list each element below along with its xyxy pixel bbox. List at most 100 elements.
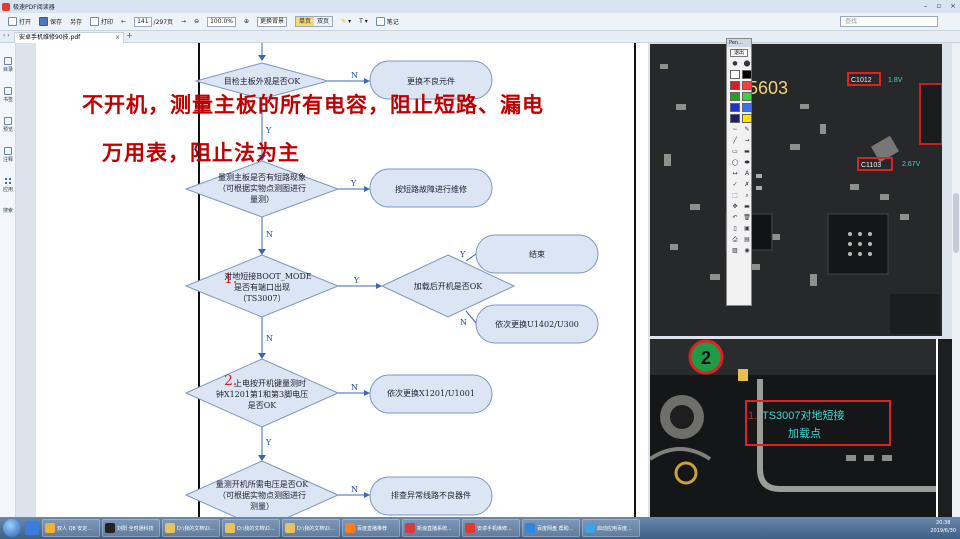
new-tab-button[interactable]: + (126, 31, 133, 40)
color-yellow-swatch[interactable] (742, 114, 752, 123)
color-red-swatch[interactable] (742, 81, 752, 90)
trash-icon[interactable]: 🗑 (742, 213, 752, 222)
toolbar: 打开 保存 另存 打印 ← 141/297页 → ⊖ 100.0% ⊕ 更换背景… (0, 13, 960, 31)
taskbar-item[interactable]: 新浪直播系统... (402, 519, 460, 537)
color-darkgreen-swatch[interactable] (730, 92, 740, 101)
overlay-annotation-line1: 不开机，测量主板的所有电容，阻止短路、漏电 (82, 93, 544, 117)
sidebar-label: 书签 (2, 97, 13, 103)
close-tab-icon[interactable]: × (115, 33, 120, 42)
system-clock[interactable]: 20:38 2019/6/30 (930, 519, 956, 535)
taskbar-item[interactable]: 百度直播推荐 (342, 519, 400, 537)
color-navy-swatch[interactable] (730, 114, 740, 123)
freehand-icon[interactable]: ∼ (730, 125, 740, 134)
zoom-in-button[interactable]: ⊕ (244, 18, 249, 25)
color-darkred-swatch[interactable] (730, 81, 740, 90)
double-page-button[interactable]: 双页 (314, 17, 332, 26)
highlight-button[interactable]: ✎ ▾ (341, 18, 351, 25)
board-photo-bottom: 2 1. TS3007对地短接 加载点 (650, 339, 942, 517)
vertical-scrollbar[interactable] (952, 43, 960, 517)
sidebar-item-bookmarks[interactable]: 书签 (0, 87, 16, 103)
undo-icon[interactable]: ↶ (730, 213, 740, 222)
scrollbar-thumb[interactable] (953, 193, 959, 253)
save-as-button[interactable]: 另存 (70, 17, 82, 26)
search-input[interactable]: 查找 (840, 16, 938, 27)
ellipse-icon[interactable]: ◯ (730, 158, 740, 167)
print-icon[interactable]: ⎙ (730, 235, 740, 244)
prev-page-button[interactable]: ← (121, 18, 126, 25)
move-icon[interactable]: ✥ (730, 202, 740, 211)
document-area[interactable]: 目检主板外观是否OK 更换不良元件 量测主板是否有短路现象 （可根据实物点测图进… (16, 43, 960, 517)
tab-scroll-arrows[interactable]: ‹ › (3, 32, 10, 39)
color-white-swatch[interactable] (730, 70, 740, 79)
rectangle-icon[interactable]: ▭ (730, 147, 740, 156)
restore-icon[interactable]: ▫ (936, 2, 941, 10)
color-green-swatch[interactable] (742, 92, 752, 101)
taskbar-item[interactable]: 百度网盘 帮助... (522, 519, 580, 537)
arrow-icon[interactable]: → (742, 136, 752, 145)
decision-boot-line2: 是否有端口出现 (234, 282, 290, 292)
double-arrow-icon[interactable]: ↔ (730, 169, 740, 178)
process-short-repair-text: 按短路故障进行维修 (395, 184, 467, 194)
color-darkblue-swatch[interactable] (730, 103, 740, 112)
save-button[interactable]: 保存 (39, 17, 62, 26)
zoom-select[interactable]: 100.0% (207, 16, 236, 27)
filled-ellipse-icon[interactable]: ⬬ (742, 158, 752, 167)
sidebar-label: 预览 (2, 127, 13, 133)
new-page-icon[interactable]: ▯ (730, 224, 740, 233)
background-select[interactable]: 更换背景 (257, 16, 288, 27)
taskbar-item-label: D:\我的文档\D... (237, 525, 275, 532)
sidebar-item-annotations[interactable]: 注释 (0, 147, 16, 163)
filled-rectangle-icon[interactable]: ▬ (742, 147, 752, 156)
taskbar-item[interactable]: 安卓手机维修... (462, 519, 520, 537)
taskbar-item[interactable]: 刘阳 全时通科技 (102, 519, 160, 537)
image-icon[interactable]: ▨ (730, 246, 740, 255)
globe-icon[interactable]: ◉ (742, 246, 752, 255)
quick-launch-ie-icon[interactable] (25, 521, 39, 535)
single-page-button[interactable]: 单页 (296, 17, 315, 26)
text-color-button[interactable]: T ▾ (359, 18, 368, 25)
tab-document[interactable]: 安卓手机维修90技.pdf × (14, 32, 124, 43)
check-icon[interactable]: ✓ (730, 180, 740, 189)
zoom-icon[interactable]: ⌕ (742, 191, 752, 200)
close-icon[interactable]: × (950, 2, 956, 10)
taskbar-item[interactable]: 双人 Q8 安定... (42, 519, 100, 537)
minimize-icon[interactable]: – (924, 2, 928, 10)
taskbar-item-label: 百度网盘 帮助... (537, 525, 574, 532)
large-dot-icon[interactable]: ⬤ (742, 59, 752, 68)
overlay-annotation-line2: 万用表，阻止法为主 (102, 141, 300, 165)
label-n1: N (351, 71, 358, 80)
view-mode-toggle: 单页 双页 (295, 16, 334, 27)
zoom-out-button[interactable]: ⊖ (194, 18, 199, 25)
pencil-icon[interactable]: ✎ (742, 125, 752, 134)
sidebar-item-apps[interactable]: 应用 (0, 177, 16, 193)
taskbar-item[interactable]: D:\我的文档\D... (222, 519, 280, 537)
sidebar-item-preview[interactable]: 预览 (0, 117, 16, 133)
sidebar-item-toc[interactable]: 目录 (0, 57, 16, 73)
select-icon[interactable]: ⬚ (730, 191, 740, 200)
eraser-icon[interactable]: ▬ (742, 202, 752, 211)
next-page-button[interactable]: → (181, 18, 186, 25)
page-number-input[interactable]: 141 (134, 16, 152, 27)
screen-icon[interactable]: ▤ (742, 235, 752, 244)
cross-icon[interactable]: ✗ (742, 180, 752, 189)
print-button[interactable]: 打印 (90, 17, 113, 26)
notes-button[interactable]: 笔记 (375, 17, 399, 26)
text-icon[interactable]: A (742, 169, 752, 178)
sidebar-item-search[interactable]: 搜索 (0, 207, 16, 214)
color-black-swatch[interactable] (742, 70, 752, 79)
save-icon[interactable]: ▣ (742, 224, 752, 233)
color-blue-swatch[interactable] (742, 103, 752, 112)
save-label: 保存 (50, 19, 63, 26)
label-y1: Y (265, 126, 272, 135)
small-dot-icon[interactable]: ● (730, 59, 740, 68)
left-sidebar: 目录 书签 预览 注释 应用 搜索 (0, 43, 16, 517)
taskbar-item[interactable]: D:\我的文档\D... (282, 519, 340, 537)
pen-tool-palette: Pen... 退出 ● ⬤ ∼ ✎ ╱ → ▭ ▬ ◯ ⬬ ↔ A ✓ ✗ ⬚ ⌕ ✥ ▬ ↶ 🗑 … (726, 38, 752, 306)
taskbar-item[interactable]: 启动应用百度... (582, 519, 640, 537)
open-button[interactable]: 打开 (8, 17, 31, 26)
taskbar-item-label: 百度直播推荐 (357, 525, 388, 532)
line-icon[interactable]: ╱ (730, 136, 740, 145)
taskbar-item[interactable]: D:\我的文档\D... (162, 519, 220, 537)
start-button[interactable] (3, 519, 21, 537)
palette-exit-button[interactable]: 退出 (730, 49, 748, 57)
